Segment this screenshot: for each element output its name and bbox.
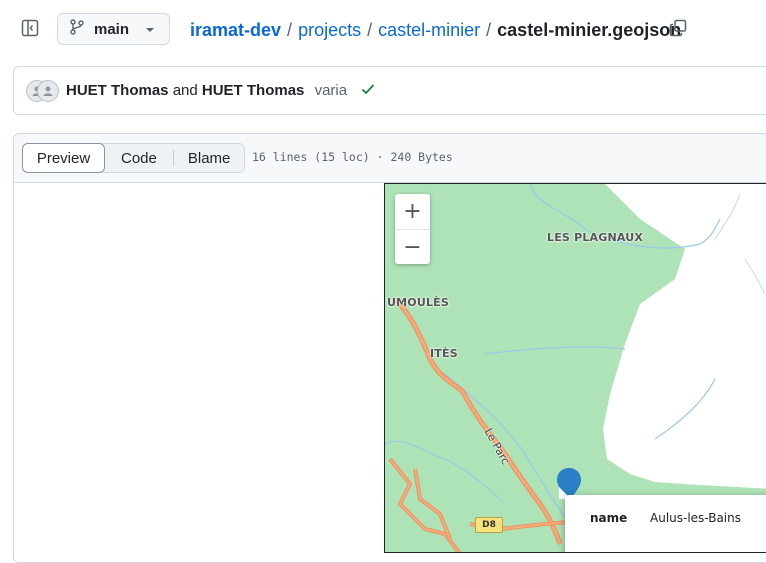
geojson-map[interactable]: + − LES PLAGNAUX UMOULÈS ITÈS Le Parc D8… — [384, 183, 766, 553]
breadcrumb-separator: / — [486, 19, 492, 40]
commit-author-link[interactable]: HUET Thomas — [202, 82, 305, 99]
view-mode-segmented-control: Preview Code Blame — [22, 143, 246, 173]
copy-icon — [669, 19, 687, 42]
breadcrumb-castel-minier-link[interactable]: castel-minier — [378, 20, 480, 41]
breadcrumb: iramat-dev / projects / castel-minier / … — [190, 18, 681, 42]
commit-authors: HUET Thomas and HUET Thomas varia — [66, 82, 347, 99]
commit-message-link[interactable]: varia — [315, 82, 348, 99]
breadcrumb-separator: / — [367, 19, 373, 40]
latest-commit-bar: HUET Thomas and HUET Thomas varia — [13, 66, 766, 115]
check-icon[interactable] — [361, 82, 375, 100]
sidebar-toggle-icon — [21, 19, 39, 42]
place-label: LES PLAGNAUX — [547, 231, 644, 244]
popup-property-key: name — [590, 511, 628, 525]
road-shield: D8 — [475, 517, 503, 533]
caret-down-icon — [145, 20, 155, 38]
feature-popup: name Aulus-les-Bains — [565, 495, 766, 552]
branch-selector-button[interactable]: main — [57, 13, 170, 45]
commit-author-link[interactable]: HUET Thomas — [66, 82, 169, 99]
tab-blame[interactable]: Blame — [174, 144, 245, 172]
copy-path-button[interactable] — [666, 18, 690, 42]
zoom-out-button[interactable]: − — [395, 229, 430, 264]
place-label: UMOULÈS — [387, 296, 450, 309]
commit-authors-conjunction: and — [172, 82, 198, 99]
breadcrumb-owner-link[interactable]: iramat-dev — [190, 20, 281, 41]
branch-name: main — [94, 20, 130, 38]
git-branch-icon — [70, 18, 84, 40]
breadcrumb-separator: / — [287, 19, 293, 40]
breadcrumb-projects-link[interactable]: projects — [298, 20, 361, 41]
breadcrumb-file-name: castel-minier.geojson — [497, 19, 682, 40]
author-avatars — [26, 79, 60, 102]
sidebar-toggle-button[interactable] — [14, 14, 46, 46]
zoom-in-button[interactable]: + — [395, 194, 430, 229]
map-zoom-control: + − — [395, 194, 430, 264]
tab-preview[interactable]: Preview — [22, 143, 105, 173]
tab-code[interactable]: Code — [105, 144, 173, 172]
popup-property-value: Aulus-les-Bains — [650, 511, 741, 525]
file-size-info: 16 lines (15 loc) · 240 Bytes — [252, 150, 453, 164]
place-label: ITÈS — [430, 347, 458, 360]
avatar[interactable] — [37, 79, 59, 102]
